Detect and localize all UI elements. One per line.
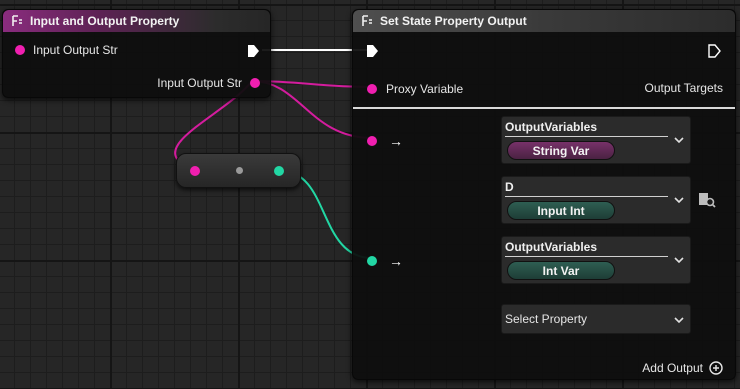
chevron-down-icon[interactable] [674, 135, 684, 145]
input-output-property-node[interactable]: Input and Output Property Input Output S… [2, 9, 271, 98]
chevron-down-icon [674, 317, 684, 324]
node-header[interactable]: Input and Output Property [3, 10, 270, 32]
entry-value-pill[interactable]: Input Int [507, 201, 615, 220]
chevron-down-icon[interactable] [674, 195, 684, 205]
output-targets-label: Output Targets [644, 81, 724, 95]
browse-asset-icon[interactable] [698, 191, 716, 214]
reroute-in-pin[interactable] [190, 166, 200, 176]
entry-1-pin[interactable] [367, 136, 377, 146]
arrow-icon: → [389, 133, 403, 149]
property-entry-1[interactable]: OutputVariables String Var [501, 116, 691, 164]
function-icon [361, 15, 375, 27]
node-title: Input and Output Property [30, 14, 180, 28]
select-property-dropdown[interactable]: Select Property [501, 304, 691, 334]
proxy-label: Proxy Variable [386, 82, 464, 96]
reroute-out-pin[interactable] [274, 166, 284, 176]
output-pin-row[interactable]: Input Output Str [157, 76, 260, 90]
string-out-pin[interactable] [250, 78, 260, 88]
entry-pin-row-1[interactable]: → [367, 133, 403, 149]
entry-title: OutputVariables [505, 240, 598, 254]
node-header[interactable]: Set State Property Output [353, 10, 735, 32]
entry-rule [505, 196, 668, 197]
proxy-pin[interactable] [367, 84, 377, 94]
section-divider [353, 107, 735, 109]
set-state-property-output-node[interactable]: Set State Property Output Proxy Variable… [352, 9, 736, 380]
exec-out-pin[interactable] [708, 44, 721, 63]
chevron-down-icon[interactable] [674, 255, 684, 265]
proxy-pin-row[interactable]: Proxy Variable [367, 82, 463, 96]
select-property-label: Select Property [505, 312, 588, 326]
exec-in-pin[interactable] [366, 44, 379, 63]
entry-value-pill[interactable]: String Var [507, 141, 615, 160]
entry-title: D [505, 180, 514, 194]
arrow-icon: → [389, 253, 403, 269]
function-icon [11, 15, 25, 27]
string-pin[interactable] [15, 45, 25, 55]
entry-3-pin[interactable] [367, 256, 377, 266]
entry-rule [505, 136, 668, 137]
reroute-node[interactable] [176, 153, 301, 188]
property-entry-2[interactable]: D Input Int [501, 176, 691, 224]
entry-pin-row-3[interactable]: → [367, 253, 403, 269]
input-pin-row[interactable]: Input Output Str [15, 43, 118, 57]
entry-title: OutputVariables [505, 120, 598, 134]
add-output-button[interactable]: Add Output [642, 361, 723, 375]
input-pin-label: Input Output Str [33, 43, 118, 57]
reroute-center-dot [236, 167, 243, 174]
property-entry-3[interactable]: OutputVariables Int Var [501, 236, 691, 284]
entry-rule [505, 256, 668, 257]
node-title: Set State Property Output [380, 14, 527, 28]
exec-out-pin[interactable] [247, 44, 260, 63]
output-pin-label: Input Output Str [157, 76, 242, 90]
entry-value-pill[interactable]: Int Var [507, 261, 615, 280]
add-output-label: Add Output [642, 361, 703, 375]
plus-circle-icon [709, 361, 723, 375]
